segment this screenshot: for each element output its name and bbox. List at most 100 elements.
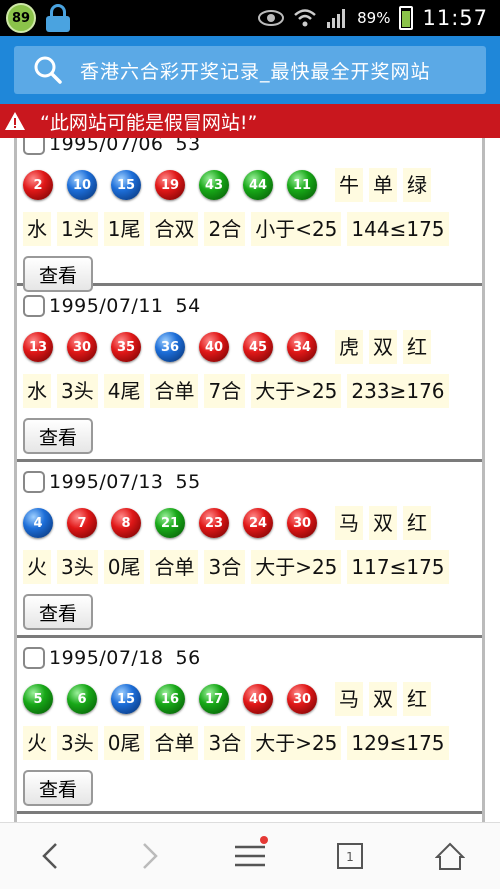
- head-tag: 3头: [57, 374, 98, 408]
- lottery-ball: 40: [199, 332, 229, 362]
- size-tag: 大于>25: [251, 726, 342, 760]
- wave-tag: 红: [403, 330, 431, 364]
- combo-parity-tag: 合单: [150, 550, 199, 584]
- sum-tag: 233≥176: [347, 374, 449, 408]
- battery-percent: 89%: [357, 9, 391, 27]
- lottery-ball: 7: [67, 508, 97, 538]
- lottery-ball: 15: [111, 170, 141, 200]
- head-tag: 1头: [57, 212, 98, 246]
- view-button[interactable]: 查看: [23, 418, 93, 454]
- element-tag: 水: [23, 212, 51, 246]
- wave-tag: 红: [403, 682, 431, 716]
- lock-icon: [46, 4, 70, 32]
- tail-tag: 4尾: [103, 374, 145, 408]
- size-tag: 小于<25: [251, 212, 342, 246]
- chevron-right-icon: [143, 843, 158, 869]
- lottery-ball: 2: [23, 170, 53, 200]
- record-date: 1995/07/18: [49, 647, 164, 669]
- lottery-ball: 10: [67, 170, 97, 200]
- tail-tag: 0尾: [103, 550, 145, 584]
- combo-parity-tag: 合单: [150, 374, 199, 408]
- signal-icon: [327, 9, 346, 28]
- forward-button[interactable]: [120, 826, 180, 886]
- combo-tag: 7合: [204, 374, 246, 408]
- menu-button[interactable]: [220, 826, 280, 886]
- status-bar: 89 89% 11:57: [0, 0, 500, 36]
- page-title: 香港六合彩开奖记录_最快最全开奖网站: [80, 60, 431, 83]
- record-card: 1995/07/13 55 4 7 8 21 23 24 30 马 双 红 火 3头 0尾 …: [17, 462, 482, 638]
- combo-tag: 3合: [204, 550, 246, 584]
- ball-row: 13 30 35 36 40 45 34 虎 双 红: [23, 328, 476, 366]
- lottery-ball: 15: [111, 684, 141, 714]
- parity-tag: 双: [369, 330, 397, 364]
- record-checkbox[interactable]: [23, 295, 45, 317]
- chevron-left-icon: [42, 843, 57, 869]
- record-card: 1995/07/11 54 13 30 35 36 40 45 34 虎 双 红 水 3头 …: [17, 286, 482, 462]
- lottery-ball: 40: [243, 684, 273, 714]
- zodiac-tag: 虎: [335, 330, 363, 364]
- lottery-ball: 23: [199, 508, 229, 538]
- lottery-ball: 4: [23, 508, 53, 538]
- back-button[interactable]: [20, 826, 80, 886]
- tail-tag: 1尾: [103, 212, 145, 246]
- lottery-ball: 36: [155, 332, 185, 362]
- lottery-ball: 45: [243, 332, 273, 362]
- browser-bottom-nav: 1: [0, 822, 500, 889]
- tabs-button[interactable]: 1: [320, 826, 380, 886]
- ball-row: 5 6 15 16 17 40 30 马 双 红: [23, 680, 476, 718]
- record-checkbox[interactable]: [23, 647, 45, 669]
- home-button[interactable]: [420, 826, 480, 886]
- wave-tag: 绿: [403, 168, 431, 202]
- parity-tag: 双: [369, 682, 397, 716]
- attribute-row: 火 3头 0尾 合单 3合 大于>25 129≤175: [23, 724, 476, 762]
- element-tag: 火: [23, 550, 51, 584]
- record-date: 1995/07/11: [49, 295, 164, 317]
- warning-icon: [5, 112, 25, 130]
- menu-notification-dot: [260, 836, 268, 844]
- sum-tag: 144≤175: [347, 212, 449, 246]
- lottery-ball: 34: [287, 332, 317, 362]
- parity-tag: 双: [369, 506, 397, 540]
- clock: 11:57: [422, 6, 488, 30]
- zodiac-tag: 马: [335, 682, 363, 716]
- view-button[interactable]: 查看: [23, 770, 93, 806]
- wave-tag: 红: [403, 506, 431, 540]
- combo-parity-tag: 合双: [150, 212, 199, 246]
- url-field[interactable]: 香港六合彩开奖记录_最快最全开奖网站: [14, 46, 486, 94]
- record-date: 1995/07/13: [49, 471, 164, 493]
- browser-address-bar: 香港六合彩开奖记录_最快最全开奖网站: [0, 36, 500, 104]
- combo-parity-tag: 合单: [150, 726, 199, 760]
- battery-icon: [399, 6, 414, 30]
- lottery-ball: 24: [243, 508, 273, 538]
- view-button[interactable]: 查看: [23, 594, 93, 630]
- lottery-ball: 30: [67, 332, 97, 362]
- lottery-ball: 43: [199, 170, 229, 200]
- sum-tag: 117≤175: [347, 550, 449, 584]
- lottery-ball: 21: [155, 508, 185, 538]
- lottery-ball: 13: [23, 332, 53, 362]
- record-card: 1995/07/06 53 2 10 15 19 43 44 11 牛 单 绿 水 1头 1…: [17, 138, 482, 292]
- tail-tag: 0尾: [103, 726, 145, 760]
- record-issue: 54: [175, 295, 201, 317]
- zodiac-tag: 牛: [335, 168, 363, 202]
- tabs-icon: 1: [337, 843, 363, 869]
- record-card: 1995/07/18 56 5 6 15 16 17 40 30 马 双 红 火 3头 0尾…: [17, 638, 482, 814]
- record-date: 1995/07/06: [49, 138, 164, 155]
- svg-text:1: 1: [346, 850, 354, 864]
- ball-row: 2 10 15 19 43 44 11 牛 单 绿: [23, 166, 476, 204]
- notification-badge: 89: [6, 3, 36, 33]
- lottery-ball: 30: [287, 508, 317, 538]
- warning-text: “此网站可能是假冒网站!”: [40, 111, 258, 134]
- lottery-ball: 19: [155, 170, 185, 200]
- security-warning-bar[interactable]: “此网站可能是假冒网站!”: [0, 104, 500, 138]
- record-issue: 56: [175, 647, 201, 669]
- lottery-record-list[interactable]: 1995/07/06 53 2 10 15 19 43 44 11 牛 单 绿 水 1头 1…: [14, 138, 485, 822]
- element-tag: 水: [23, 374, 51, 408]
- record-checkbox[interactable]: [23, 138, 45, 155]
- record-checkbox[interactable]: [23, 471, 45, 493]
- lottery-ball: 6: [67, 684, 97, 714]
- search-icon[interactable]: [26, 48, 70, 92]
- ball-row: 4 7 8 21 23 24 30 马 双 红: [23, 504, 476, 542]
- zodiac-tag: 马: [335, 506, 363, 540]
- element-tag: 火: [23, 726, 51, 760]
